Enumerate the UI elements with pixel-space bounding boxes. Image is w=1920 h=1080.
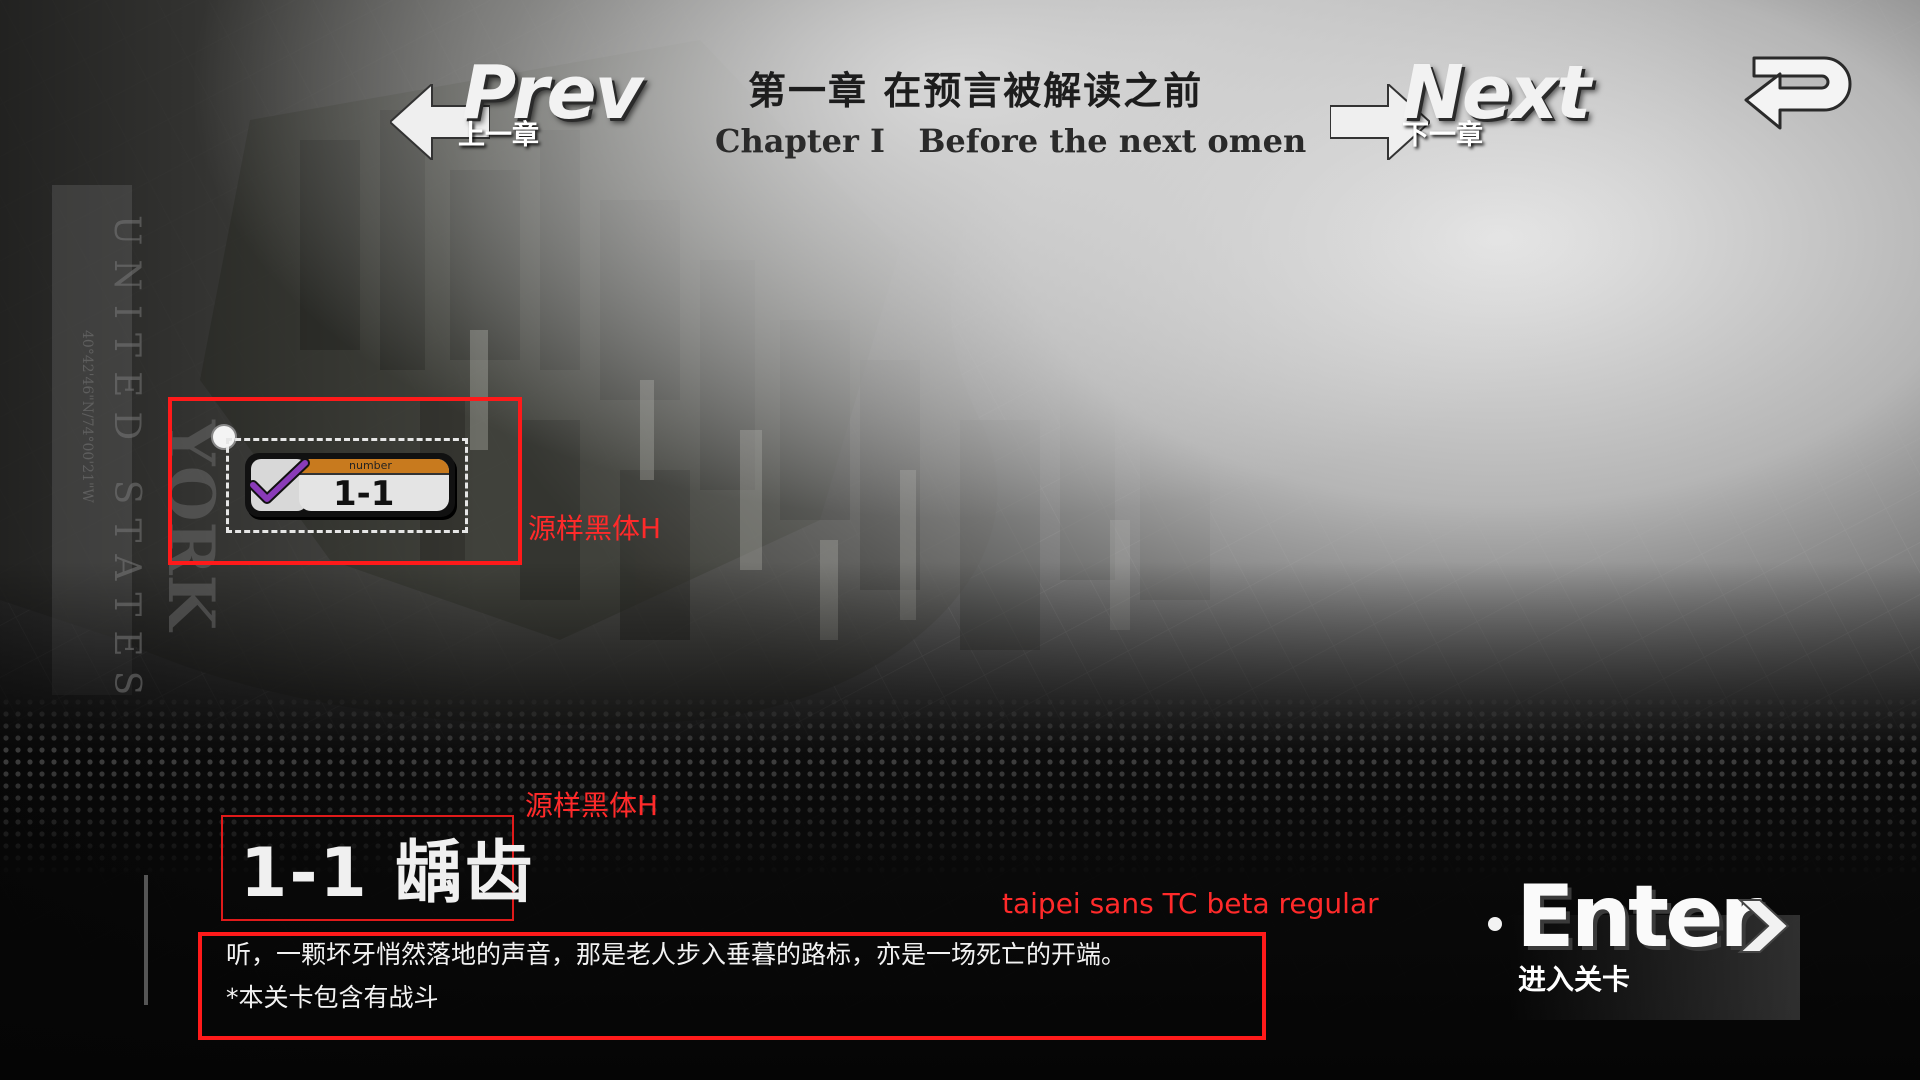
map-label-country: UNITED STATES	[106, 215, 147, 710]
description-divider	[144, 875, 148, 1005]
map-label-coords: 40°42'46"N/74°00'21"W	[79, 330, 95, 503]
stage-title: 1-1 龋齿	[240, 834, 535, 913]
font-annotation-2: 源样黑体H	[525, 789, 659, 822]
return-icon	[1744, 56, 1852, 130]
prev-chapter-button[interactable]: Prev 上一章	[390, 50, 643, 162]
enter-sublabel: 进入关卡	[1518, 963, 1631, 996]
stage-node-code-plate: number 1-1	[299, 459, 449, 511]
stage-battle-note: *本关卡包含有战斗	[226, 983, 439, 1012]
stage-node-plate: number 1-1	[245, 453, 455, 517]
prev-sublabel: 上一章	[458, 120, 539, 151]
chevron-right-icon	[1737, 899, 1790, 953]
stage-description: 听，一颗坏牙悄然落地的声音，那是老人步入垂暮的路标，亦是一场死亡的开端。	[226, 940, 1127, 969]
font-annotation-1: 源样黑体H	[528, 512, 662, 545]
next-chapter-button[interactable]: Next 下一章	[1330, 50, 1591, 162]
chapter-title-cn: 第一章 在预言被解读之前	[748, 68, 1204, 113]
stage-node-code: 1-1	[333, 474, 395, 511]
stage-node-tag: number	[349, 459, 392, 472]
return-button[interactable]	[1740, 48, 1860, 138]
font-annotation-3: taipei sans TC beta regular	[1002, 887, 1379, 920]
next-sublabel: 下一章	[1402, 120, 1483, 151]
enter-bullet-dot	[1488, 917, 1502, 931]
chapter-heading: 第一章 在预言被解读之前 Chapter I Before the next o…	[700, 68, 1306, 170]
next-label: Next	[1402, 50, 1591, 136]
enter-label: Enter	[1516, 867, 1762, 967]
prev-label: Prev	[462, 50, 643, 136]
checkmark-icon	[249, 459, 310, 504]
enter-stage-button[interactable]: Enter 进入关卡	[1480, 870, 1800, 1020]
stage-node-1-1[interactable]: number 1-1	[226, 438, 468, 533]
chapter-title-en: Chapter I Before the next omen	[715, 122, 1307, 160]
